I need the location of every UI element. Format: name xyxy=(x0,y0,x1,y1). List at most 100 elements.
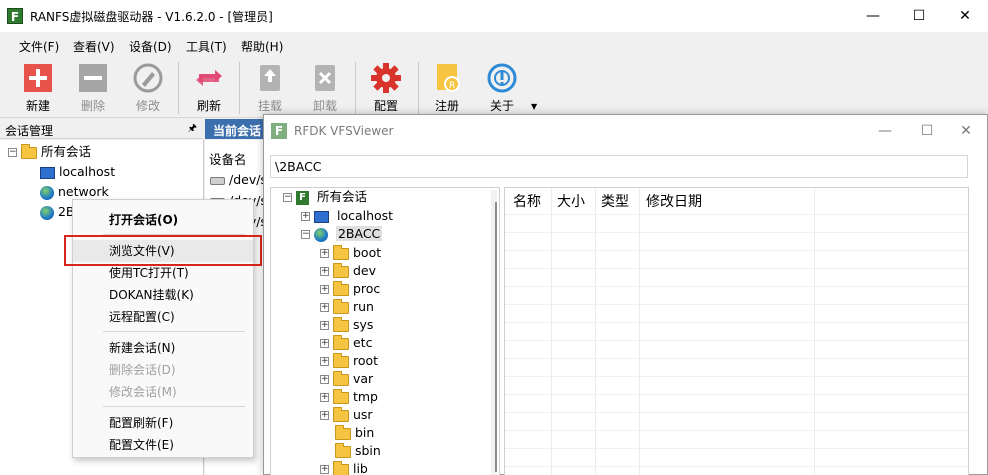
vfs-minimize-button[interactable]: — xyxy=(864,115,906,147)
tree-node-localhost[interactable]: localhost xyxy=(40,163,115,181)
menu-refresh-config[interactable]: 配置刷新(F) xyxy=(73,412,253,434)
about-button[interactable]: 关于 xyxy=(478,62,526,116)
device-label: /dev/s xyxy=(228,172,267,187)
grid-line xyxy=(505,466,968,467)
expand-icon[interactable]: + xyxy=(320,375,329,384)
menu-config-file[interactable]: 配置文件(E) xyxy=(73,434,253,456)
refresh-button[interactable]: 刷新 xyxy=(185,62,233,116)
expand-icon[interactable]: + xyxy=(320,393,329,402)
vfs-folder-node[interactable]: + boot xyxy=(320,244,381,262)
column-size[interactable]: 大小 xyxy=(557,191,585,211)
refresh-label: 刷新 xyxy=(196,99,221,113)
expand-icon[interactable]: + xyxy=(320,321,329,330)
unmount-icon xyxy=(315,65,335,91)
menu-file[interactable]: 文件(F) xyxy=(19,38,59,55)
grid-line xyxy=(505,304,968,305)
folder-icon xyxy=(332,280,349,296)
device-row[interactable]: /dev/s xyxy=(210,172,267,187)
vfs-folder-node[interactable]: + var xyxy=(320,370,373,388)
expand-icon[interactable]: + xyxy=(320,285,329,294)
close-button[interactable]: ✕ xyxy=(942,0,988,32)
register-button[interactable]: R 注册 xyxy=(423,62,471,116)
folder-label: lib xyxy=(352,461,368,475)
vfs-folder-node[interactable]: + tmp xyxy=(320,388,378,406)
vfs-folder-node[interactable]: + run xyxy=(320,298,374,316)
vfs-folder-node[interactable]: + etc xyxy=(320,334,372,352)
collapse-icon[interactable]: − xyxy=(283,193,292,202)
folder-icon xyxy=(332,370,349,386)
toolbar-separator xyxy=(418,62,419,114)
disk-icon xyxy=(210,176,225,185)
folder-icon xyxy=(332,244,349,260)
vfs-path-field[interactable]: \2BACC xyxy=(270,155,968,178)
column-name[interactable]: 名称 xyxy=(513,191,541,211)
column-device-name[interactable]: 设备名 xyxy=(209,149,247,168)
mount-button[interactable]: 挂载 xyxy=(246,62,294,116)
computer-icon xyxy=(40,166,55,179)
column-type[interactable]: 类型 xyxy=(601,191,629,211)
menu-edit-session[interactable]: 修改会话(M) xyxy=(73,381,253,403)
folder-label: proc xyxy=(352,281,381,296)
collapse-icon[interactable]: − xyxy=(8,148,17,157)
expand-icon[interactable]: + xyxy=(320,303,329,312)
vfs-close-button[interactable]: ✕ xyxy=(945,115,987,147)
refresh-icon xyxy=(196,70,222,86)
column-modified-date[interactable]: 修改日期 xyxy=(646,191,702,211)
expand-icon[interactable]: + xyxy=(320,339,329,348)
folder-label: boot xyxy=(352,245,382,260)
unmount-button[interactable]: 卸载 xyxy=(301,62,349,116)
folder-label: etc xyxy=(352,335,373,350)
delete-button[interactable]: 删除 xyxy=(69,62,117,116)
folder-icon xyxy=(332,262,349,278)
vfs-tree-localhost[interactable]: + localhost xyxy=(301,207,393,225)
folder-icon xyxy=(332,352,349,368)
menu-help[interactable]: 帮助(H) xyxy=(241,38,283,55)
menu-delete-session[interactable]: 删除会话(D) xyxy=(73,359,253,381)
tree-node-label: network xyxy=(57,184,109,199)
gear-icon xyxy=(371,63,401,93)
vfs-folder-node[interactable]: + lib xyxy=(320,460,368,475)
folder-label: tmp xyxy=(352,389,378,404)
config-button[interactable]: 配置 xyxy=(362,62,410,116)
new-button[interactable]: 新建 xyxy=(14,62,62,116)
menu-device[interactable]: 设备(D) xyxy=(129,38,172,55)
expand-icon[interactable]: + xyxy=(320,411,329,420)
menu-view[interactable]: 查看(V) xyxy=(73,38,115,55)
edit-button[interactable]: 修改 xyxy=(124,62,172,116)
title-bar: F RANFS虚拟磁盘驱动器 - V1.6.2.0 - [管理员] — ☐ ✕ xyxy=(0,0,988,32)
expand-icon[interactable]: + xyxy=(320,465,329,474)
edit-icon xyxy=(133,63,163,93)
maximize-button[interactable]: ☐ xyxy=(896,0,942,32)
toolbar-overflow-icon[interactable]: ▼ xyxy=(531,102,537,111)
toolbar-separator xyxy=(178,62,179,114)
expand-icon[interactable]: + xyxy=(320,249,329,258)
menu-remote-config[interactable]: 远程配置(C) xyxy=(73,306,253,328)
collapse-icon[interactable]: − xyxy=(301,230,310,239)
vfs-folder-node[interactable]: + proc xyxy=(320,280,380,298)
expand-icon[interactable]: + xyxy=(320,357,329,366)
vfs-tree-root[interactable]: − F 所有会话 xyxy=(283,188,367,206)
vfs-folder-node[interactable]: + usr xyxy=(320,406,373,424)
tree-node-all-sessions[interactable]: − 所有会话 xyxy=(8,143,91,161)
menu-new-session[interactable]: 新建会话(N) xyxy=(73,337,253,359)
vfs-file-list: 名称 大小 类型 修改日期 xyxy=(504,187,969,475)
expand-icon[interactable]: + xyxy=(301,212,310,221)
vfs-folder-node[interactable]: sbin xyxy=(320,442,381,460)
vfs-maximize-button[interactable]: ☐ xyxy=(906,115,948,147)
expand-icon[interactable]: + xyxy=(320,267,329,276)
menu-open-session[interactable]: 打开会话(O) xyxy=(73,209,253,231)
vfs-tree-scroll-thumb[interactable] xyxy=(495,202,497,472)
pin-icon[interactable]: 🖈 xyxy=(188,121,197,138)
register-icon: R xyxy=(437,64,460,92)
vfs-folder-node[interactable]: + dev xyxy=(320,262,376,280)
vfs-folder-node[interactable]: bin xyxy=(320,424,374,442)
menu-tools[interactable]: 工具(T) xyxy=(186,38,227,55)
session-panel-title: 会话管理 xyxy=(5,124,54,138)
minimize-button[interactable]: — xyxy=(850,0,896,32)
menu-dokan-mount[interactable]: DOKAN挂载(K) xyxy=(73,284,253,306)
vfs-tree-2bacc[interactable]: − 2BACC xyxy=(301,225,383,243)
vfs-folder-node[interactable]: + root xyxy=(320,352,378,370)
folder-label: root xyxy=(352,353,379,368)
grid-line xyxy=(505,448,968,449)
vfs-folder-node[interactable]: + sys xyxy=(320,316,373,334)
